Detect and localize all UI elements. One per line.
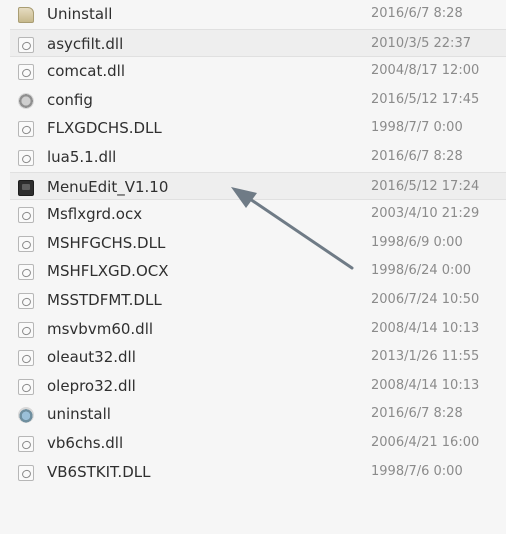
file-name: MSSTDFMT.DLL bbox=[47, 290, 162, 309]
modified-date: 1998/7/6 0:00 bbox=[371, 463, 463, 479]
file-row-msstdfmt[interactable]: MSSTDFMT.DLL 2006/7/24 10:50 bbox=[10, 286, 506, 315]
file-row-uninstall-folder[interactable]: Uninstall 2016/6/7 8:28 bbox=[10, 0, 506, 29]
file-row-config[interactable]: config 2016/5/12 17:45 bbox=[10, 86, 506, 115]
file-name: asycfilt.dll bbox=[47, 34, 124, 53]
file-name: vb6chs.dll bbox=[47, 433, 124, 452]
file-name: VB6STKIT.DLL bbox=[47, 462, 151, 481]
file-row-uninstall-program[interactable]: uninstall 2016/6/7 8:28 bbox=[10, 400, 506, 429]
file-name: Msflxgrd.ocx bbox=[47, 205, 143, 224]
dll-file-icon bbox=[18, 64, 34, 81]
folder-icon bbox=[18, 7, 34, 23]
file-name: MSHFLXGD.OCX bbox=[47, 262, 169, 281]
file-name: oleaut32.dll bbox=[47, 348, 136, 367]
modified-date: 2016/5/12 17:24 bbox=[371, 178, 480, 194]
dll-file-icon bbox=[18, 264, 34, 281]
modified-date: 2016/5/12 17:45 bbox=[371, 91, 480, 107]
modified-date: 2004/8/17 12:00 bbox=[371, 63, 480, 79]
dll-file-icon bbox=[18, 121, 34, 138]
modified-date: 2008/4/14 10:13 bbox=[371, 320, 480, 336]
file-name: olepro32.dll bbox=[47, 376, 136, 395]
file-name: FLXGDCHS.DLL bbox=[47, 119, 162, 138]
file-name: MSHFGCHS.DLL bbox=[47, 233, 166, 252]
file-row-mshflxgd[interactable]: MSHFLXGD.OCX 1998/6/24 0:00 bbox=[10, 257, 506, 286]
dll-file-icon bbox=[18, 350, 34, 367]
file-row-oleaut32[interactable]: oleaut32.dll 2013/1/26 11:55 bbox=[10, 343, 506, 372]
file-row-msflxgrd[interactable]: Msflxgrd.ocx 2003/4/10 21:29 bbox=[10, 200, 506, 229]
application-icon bbox=[18, 179, 34, 196]
file-row-menuedit[interactable]: MenuEdit_V1.10 2016/5/12 17:24 bbox=[10, 171, 506, 201]
file-row-comcat[interactable]: comcat.dll 2004/8/17 12:00 bbox=[10, 57, 506, 86]
file-name: comcat.dll bbox=[47, 62, 125, 81]
modified-date: 2008/4/14 10:13 bbox=[371, 377, 480, 393]
modified-date: 1998/6/24 0:00 bbox=[371, 263, 471, 279]
file-name: Uninstall bbox=[47, 5, 113, 23]
file-row-olepro32[interactable]: olepro32.dll 2008/4/14 10:13 bbox=[10, 372, 506, 401]
modified-date: 2003/4/10 21:29 bbox=[371, 206, 480, 222]
file-name: lua5.1.dll bbox=[47, 147, 117, 166]
dll-file-icon bbox=[18, 321, 34, 338]
file-row-lua51[interactable]: lua5.1.dll 2016/6/7 8:28 bbox=[10, 143, 506, 172]
file-row-asycfilt[interactable]: asycfilt.dll 2010/3/5 22:37 bbox=[10, 28, 506, 58]
modified-date: 2006/7/24 10:50 bbox=[371, 291, 480, 307]
file-row-mshfgchs[interactable]: MSHFGCHS.DLL 1998/6/9 0:00 bbox=[10, 229, 506, 258]
modified-date: 2013/1/26 11:55 bbox=[371, 349, 480, 365]
file-list: Uninstall 2016/6/7 8:28 asycfilt.dll 201… bbox=[10, 0, 506, 486]
file-name: MenuEdit_V1.10 bbox=[47, 177, 169, 196]
dll-file-icon bbox=[18, 235, 34, 252]
file-name: uninstall bbox=[47, 405, 111, 424]
dll-file-icon bbox=[18, 36, 34, 53]
file-name: msvbvm60.dll bbox=[47, 319, 154, 338]
file-explorer-view: Uninstall 2016/6/7 8:28 asycfilt.dll 201… bbox=[0, 0, 506, 534]
file-row-flxgdchs[interactable]: FLXGDCHS.DLL 1998/7/7 0:00 bbox=[10, 114, 506, 143]
dll-file-icon bbox=[18, 378, 34, 395]
file-row-vb6stkit[interactable]: VB6STKIT.DLL 1998/7/6 0:00 bbox=[10, 458, 506, 487]
modified-date: 2016/6/7 8:28 bbox=[371, 406, 463, 422]
modified-date: 2016/6/7 8:28 bbox=[371, 6, 463, 21]
dll-file-icon bbox=[18, 292, 34, 309]
installer-icon bbox=[18, 407, 34, 424]
dll-file-icon bbox=[18, 149, 34, 166]
file-name: config bbox=[47, 90, 93, 109]
file-row-msvbvm60[interactable]: msvbvm60.dll 2008/4/14 10:13 bbox=[10, 315, 506, 344]
dll-file-icon bbox=[18, 464, 34, 481]
modified-date: 2006/4/21 16:00 bbox=[371, 434, 480, 450]
modified-date: 2010/3/5 22:37 bbox=[371, 35, 471, 51]
modified-date: 1998/6/9 0:00 bbox=[371, 234, 463, 250]
dll-file-icon bbox=[18, 207, 34, 224]
file-row-vb6chs[interactable]: vb6chs.dll 2006/4/21 16:00 bbox=[10, 429, 506, 458]
modified-date: 2016/6/7 8:28 bbox=[371, 148, 463, 164]
modified-date: 1998/7/7 0:00 bbox=[371, 120, 463, 136]
dll-file-icon bbox=[18, 435, 34, 452]
config-file-icon bbox=[18, 92, 34, 109]
